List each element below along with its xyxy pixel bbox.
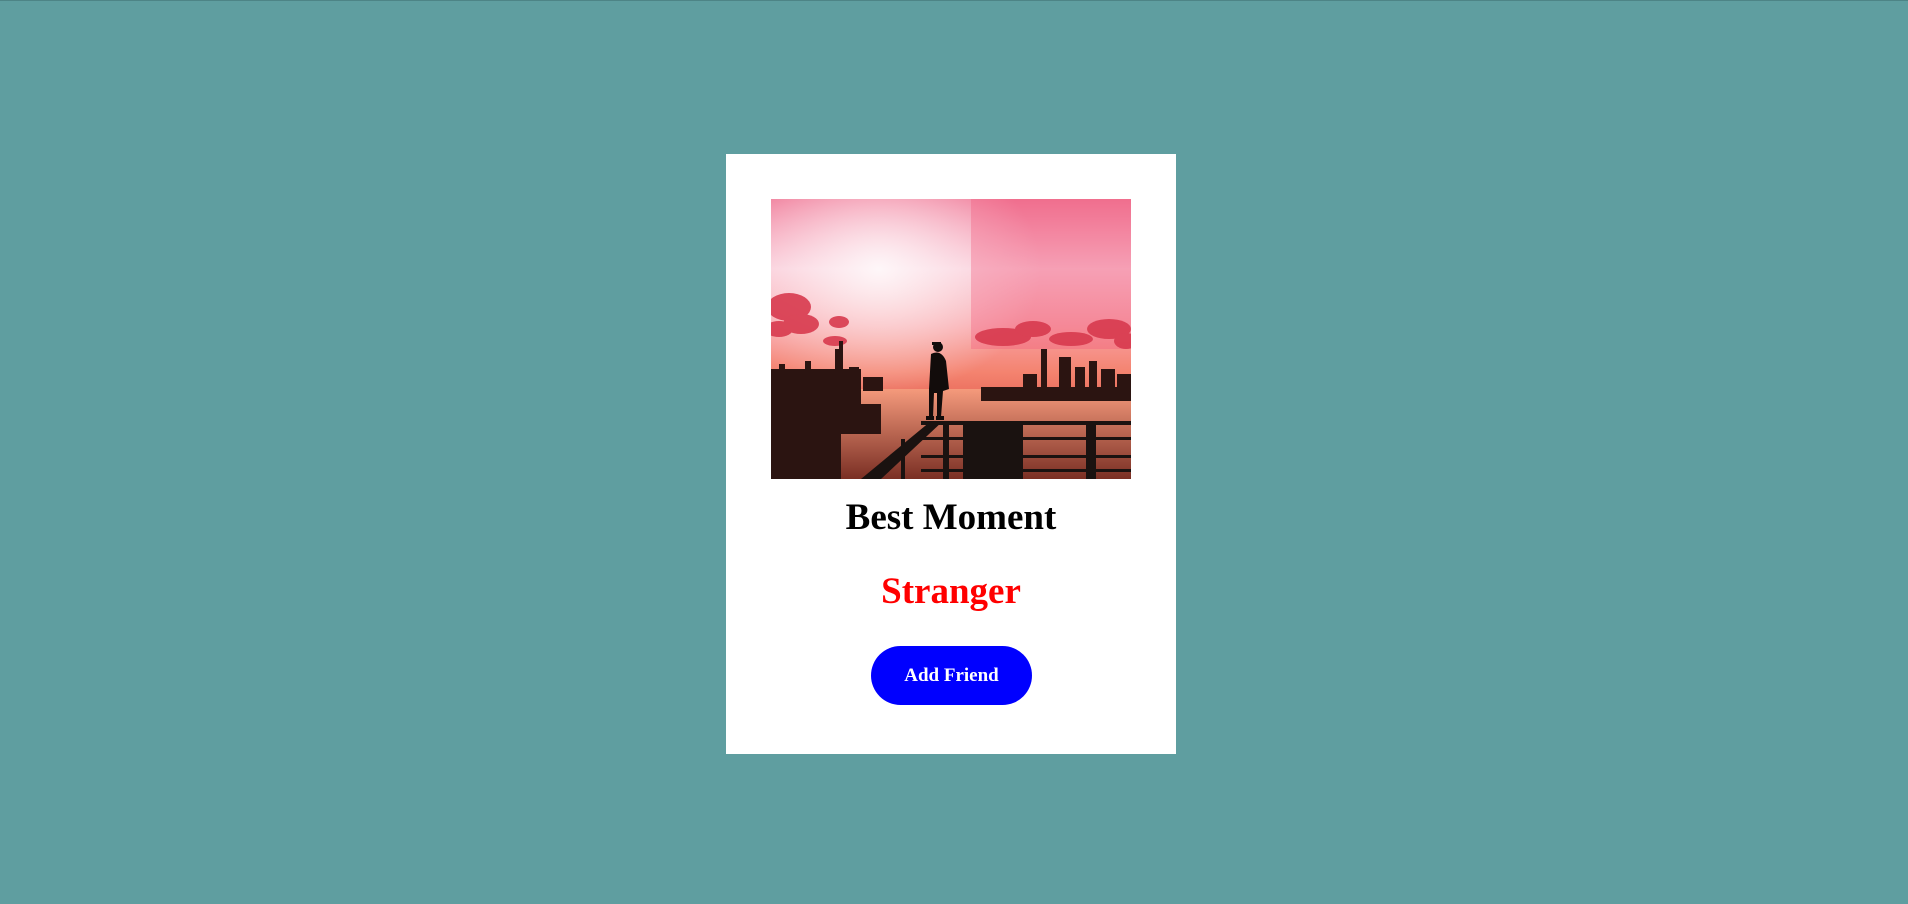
card-title: Best Moment xyxy=(845,497,1057,538)
top-border-line xyxy=(0,0,1908,1)
add-friend-button[interactable]: Add Friend xyxy=(871,646,1032,705)
profile-card: Best Moment Stranger Add Friend xyxy=(726,154,1176,754)
profile-photo xyxy=(771,199,1131,479)
card-subtitle: Stranger xyxy=(881,571,1021,612)
